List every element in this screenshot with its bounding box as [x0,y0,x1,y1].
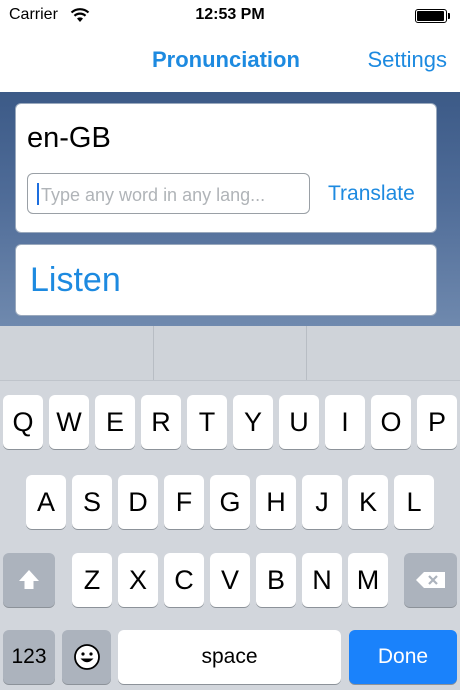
key-l[interactable]: L [394,475,434,529]
key-q[interactable]: Q [3,395,43,449]
language-label[interactable]: en-GB [27,122,111,155]
key-u[interactable]: U [279,395,319,449]
key-c[interactable]: C [164,553,204,607]
key-v[interactable]: V [210,553,250,607]
battery-icon [415,9,451,23]
key-g[interactable]: G [210,475,250,529]
clock: 12:53 PM [195,6,265,23]
key-n[interactable]: N [302,553,342,607]
nav-bar: Pronunciation Settings [0,32,460,92]
emoji-key[interactable] [62,630,111,684]
nav-title: Pronunciation [152,47,300,72]
backspace-key[interactable] [404,553,457,607]
key-i[interactable]: I [325,395,365,449]
key-k[interactable]: K [348,475,388,529]
key-m[interactable]: M [348,553,388,607]
key-y[interactable]: Y [233,395,273,449]
word-card: en-GB Translate [16,104,436,232]
key-d[interactable]: D [118,475,158,529]
key-o[interactable]: O [371,395,411,449]
backspace-icon [415,572,445,588]
emoji-icon [73,644,100,670]
key-x[interactable]: X [118,553,158,607]
done-key[interactable]: Done [349,630,457,684]
word-input-box[interactable] [27,173,310,214]
key-f[interactable]: F [164,475,204,529]
key-z[interactable]: Z [72,553,112,607]
key-t[interactable]: T [187,395,227,449]
space-key[interactable]: space [118,630,341,684]
key-r[interactable]: R [141,395,181,449]
suggestion-bar [0,326,460,381]
key-p[interactable]: P [417,395,457,449]
key-w[interactable]: W [49,395,89,449]
settings-button[interactable]: Settings [368,47,448,73]
translate-button[interactable]: Translate [328,182,415,206]
listen-card[interactable]: Listen [16,245,436,315]
key-a[interactable]: A [26,475,66,529]
shift-arrow-icon [19,570,39,589]
key-e[interactable]: E [95,395,135,449]
shift-key[interactable] [3,553,55,607]
numbers-key[interactable]: 123 [3,630,55,684]
key-h[interactable]: H [256,475,296,529]
suggestion-divider [306,326,307,380]
status-bar: Carrier 12:53 PM [0,0,460,32]
key-s[interactable]: S [72,475,112,529]
word-input[interactable] [39,182,303,208]
listen-button[interactable]: Listen [30,261,121,300]
key-b[interactable]: B [256,553,296,607]
keyboard: Q W E R T Y U I O P A S D F G H J K L Z … [0,326,460,690]
suggestion-divider [153,326,154,380]
key-j[interactable]: J [302,475,342,529]
